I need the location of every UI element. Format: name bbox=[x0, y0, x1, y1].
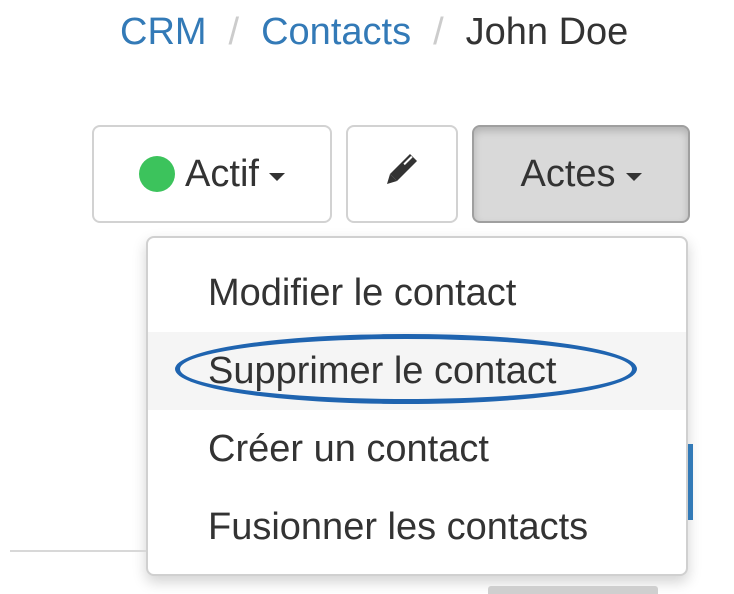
status-label: Actif bbox=[185, 152, 259, 195]
caret-down-icon bbox=[268, 173, 285, 181]
actions-label: Actes bbox=[520, 152, 616, 195]
menu-item-edit-contact[interactable]: Modifier le contact bbox=[148, 254, 686, 332]
breadcrumb-separator: / bbox=[228, 11, 240, 53]
menu-item-create-contact[interactable]: Créer un contact bbox=[148, 410, 686, 488]
pencil-icon bbox=[384, 151, 420, 197]
menu-item-label: Créer un contact bbox=[208, 428, 489, 470]
menu-item-label: Modifier le contact bbox=[208, 272, 517, 314]
actions-dropdown-menu: Modifier le contact Supprimer le contact… bbox=[146, 236, 688, 576]
background-element-edge bbox=[488, 586, 658, 594]
background-divider bbox=[10, 550, 146, 552]
background-panel-edge bbox=[688, 444, 693, 520]
menu-item-label: Supprimer le contact bbox=[208, 350, 557, 392]
edit-button[interactable] bbox=[346, 125, 458, 223]
actions-dropdown-button[interactable]: Actes bbox=[472, 125, 690, 223]
breadcrumb-separator: / bbox=[433, 11, 444, 53]
status-dot-icon bbox=[139, 156, 176, 192]
breadcrumb-link-crm[interactable]: CRM bbox=[120, 11, 207, 53]
status-dropdown-button[interactable]: Actif bbox=[92, 125, 332, 223]
breadcrumb-link-contacts[interactable]: Contacts bbox=[261, 11, 411, 53]
menu-item-delete-contact[interactable]: Supprimer le contact bbox=[148, 332, 686, 410]
caret-down-icon bbox=[625, 173, 642, 181]
menu-item-label: Fusionner les contacts bbox=[208, 506, 589, 548]
breadcrumb-current: John Doe bbox=[465, 11, 629, 53]
menu-item-merge-contacts[interactable]: Fusionner les contacts bbox=[148, 488, 686, 566]
breadcrumb: CRM / Contacts / John Doe bbox=[120, 10, 628, 54]
